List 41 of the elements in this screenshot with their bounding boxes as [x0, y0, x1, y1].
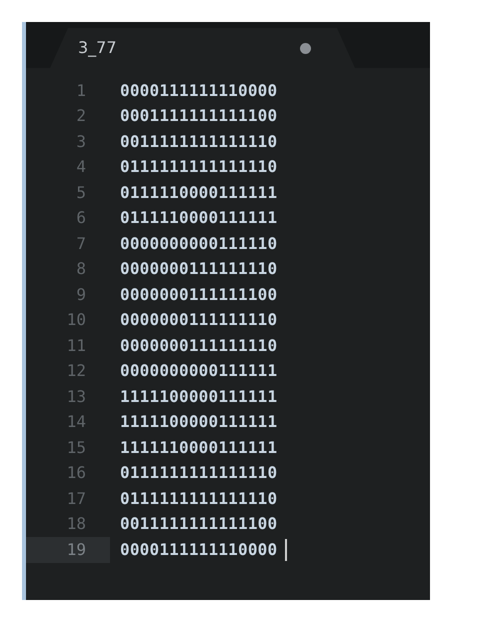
tab-title: 3_77 [78, 37, 117, 59]
line-number: 18 [66, 513, 87, 536]
line-number: 8 [75, 258, 87, 280]
line-number: 12 [66, 360, 87, 382]
code-line: 0000000000111110 [120, 232, 278, 255]
line-number: 17 [66, 488, 87, 510]
code-line: 0000111111110000 [120, 538, 278, 561]
file-tab[interactable]: 3_77 [50, 28, 355, 68]
code-line: 0111111111111110 [120, 488, 278, 510]
code-line: 1111100000111111 [120, 386, 278, 408]
code-line: 0000000111111100 [120, 284, 278, 306]
code-line: 0000000111111110 [120, 258, 278, 280]
line-number: 7 [75, 232, 87, 255]
line-number: 9 [75, 284, 87, 306]
code-line: 0011111111111110 [120, 130, 278, 153]
code-line: 0000000000111111 [120, 360, 278, 382]
line-number: 16 [66, 462, 87, 484]
code-line: 0011111111111100 [120, 513, 278, 536]
line-number: 5 [75, 182, 87, 204]
code-line: 1111100000111111 [120, 411, 278, 434]
code-line: 0111110000111111 [120, 182, 278, 204]
line-number: 19 [26, 537, 110, 562]
text-cursor [285, 538, 288, 561]
line-number: 4 [75, 156, 87, 178]
code-line: 0000000111111110 [120, 334, 278, 357]
line-number: 3 [75, 130, 87, 153]
code-line: 0001111111111100 [120, 105, 278, 128]
code-line: 1111110000111111 [120, 436, 278, 459]
code-line: 0111111111111110 [120, 156, 278, 178]
code-line: 0000000111111110 [120, 309, 278, 332]
line-number: 13 [66, 386, 87, 408]
line-number: 6 [75, 207, 87, 230]
code-line: 0000111111110000 [120, 80, 278, 102]
line-number: 10 [66, 309, 87, 332]
code-line: 0111110000111111 [120, 207, 278, 230]
line-number: 2 [75, 105, 87, 128]
line-number: 1 [75, 80, 87, 102]
code-line: 0111111111111110 [120, 462, 278, 484]
line-number: 14 [66, 411, 87, 434]
line-number: 11 [66, 334, 87, 357]
line-number: 15 [66, 436, 87, 459]
